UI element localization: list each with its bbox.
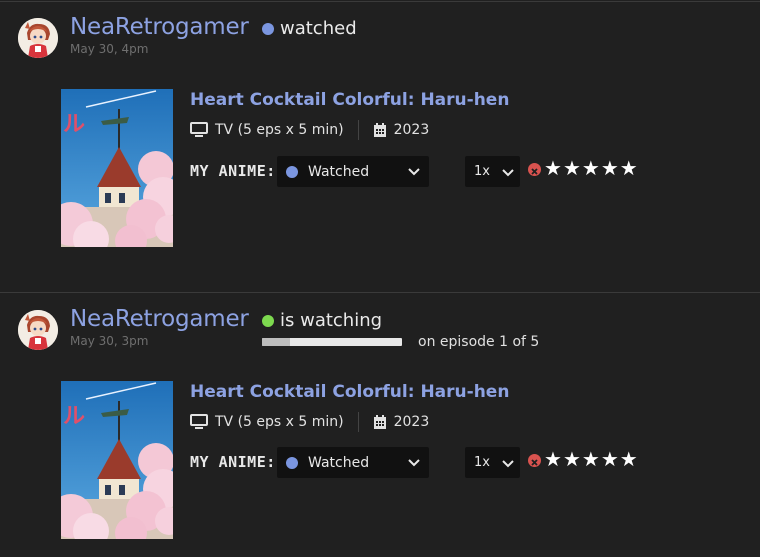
tv-icon <box>190 122 208 137</box>
calendar-icon <box>373 414 386 429</box>
my-anime-label: MY ANIME: <box>190 162 276 180</box>
anime-format: TV (5 eps x 5 min) <box>215 414 344 430</box>
rewatch-count-value: 1x <box>474 164 490 179</box>
timestamp: May 30, 3pm <box>70 334 149 348</box>
chevron-down-icon <box>408 459 420 467</box>
star-icon[interactable]: ★ <box>582 449 600 469</box>
my-anime-label: MY ANIME: <box>190 453 276 471</box>
username-link[interactable]: NeaRetrogamer <box>70 306 249 332</box>
star-icon[interactable]: ★ <box>601 449 619 469</box>
star-icon[interactable]: ★ <box>620 449 638 469</box>
star-rating[interactable]: ★ ★ ★ ★ ★ <box>544 158 639 178</box>
list-status-dot <box>286 456 298 469</box>
list-status-dot <box>286 165 298 178</box>
star-rating[interactable]: ★ ★ ★ ★ ★ <box>544 449 639 469</box>
star-icon[interactable]: ★ <box>563 449 581 469</box>
list-status-select[interactable]: Watched <box>277 156 429 187</box>
calendar-icon <box>373 122 386 137</box>
star-icon[interactable]: ★ <box>544 158 562 178</box>
divider <box>0 1 760 2</box>
anime-meta: TV (5 eps x 5 min) 2023 <box>190 412 429 432</box>
anime-format: TV (5 eps x 5 min) <box>215 122 344 138</box>
star-icon[interactable]: ★ <box>620 158 638 178</box>
meta-separator <box>357 412 359 432</box>
rewatch-count-select[interactable]: 1x <box>465 447 520 478</box>
star-icon[interactable]: ★ <box>582 158 600 178</box>
chevron-down-icon <box>502 169 514 177</box>
list-status-value: Watched <box>308 163 370 180</box>
username-link[interactable]: NeaRetrogamer <box>70 14 249 40</box>
chevron-down-icon <box>408 168 420 176</box>
status-text: is watching <box>280 310 383 331</box>
anime-year: 2023 <box>393 122 430 138</box>
divider <box>0 292 760 293</box>
avatar[interactable] <box>18 310 58 350</box>
episode-progress-fill <box>262 338 290 346</box>
rewatch-count-select[interactable]: 1x <box>465 156 520 187</box>
clear-rating-icon[interactable] <box>528 454 541 467</box>
chevron-down-icon <box>502 460 514 468</box>
star-icon[interactable]: ★ <box>544 449 562 469</box>
status-dot <box>262 314 274 327</box>
list-status-select[interactable]: Watched <box>277 447 429 478</box>
star-icon[interactable]: ★ <box>601 158 619 178</box>
status-text: watched <box>280 18 357 39</box>
anime-title-link[interactable]: Heart Cocktail Colorful: Haru-hen <box>190 90 509 110</box>
status-dot <box>262 22 274 35</box>
svg-text:ル: ル <box>63 112 85 137</box>
anime-title-link[interactable]: Heart Cocktail Colorful: Haru-hen <box>190 382 509 402</box>
anime-cover-image[interactable]: ル <box>61 381 173 539</box>
episode-progress-bar <box>262 338 402 346</box>
activity-status: is watching <box>262 310 382 331</box>
clear-rating-icon[interactable] <box>528 163 541 176</box>
anime-cover-image[interactable]: ル <box>61 89 173 247</box>
activity-status: watched <box>262 18 357 39</box>
svg-text:ル: ル <box>63 404 85 429</box>
avatar[interactable] <box>18 18 58 58</box>
anime-year: 2023 <box>393 414 430 430</box>
meta-separator <box>357 120 359 140</box>
timestamp: May 30, 4pm <box>70 42 149 56</box>
episode-progress-text: on episode 1 of 5 <box>418 334 540 350</box>
anime-meta: TV (5 eps x 5 min) 2023 <box>190 120 429 140</box>
star-icon[interactable]: ★ <box>563 158 581 178</box>
tv-icon <box>190 414 208 429</box>
list-status-value: Watched <box>308 454 370 471</box>
rewatch-count-value: 1x <box>474 455 490 470</box>
